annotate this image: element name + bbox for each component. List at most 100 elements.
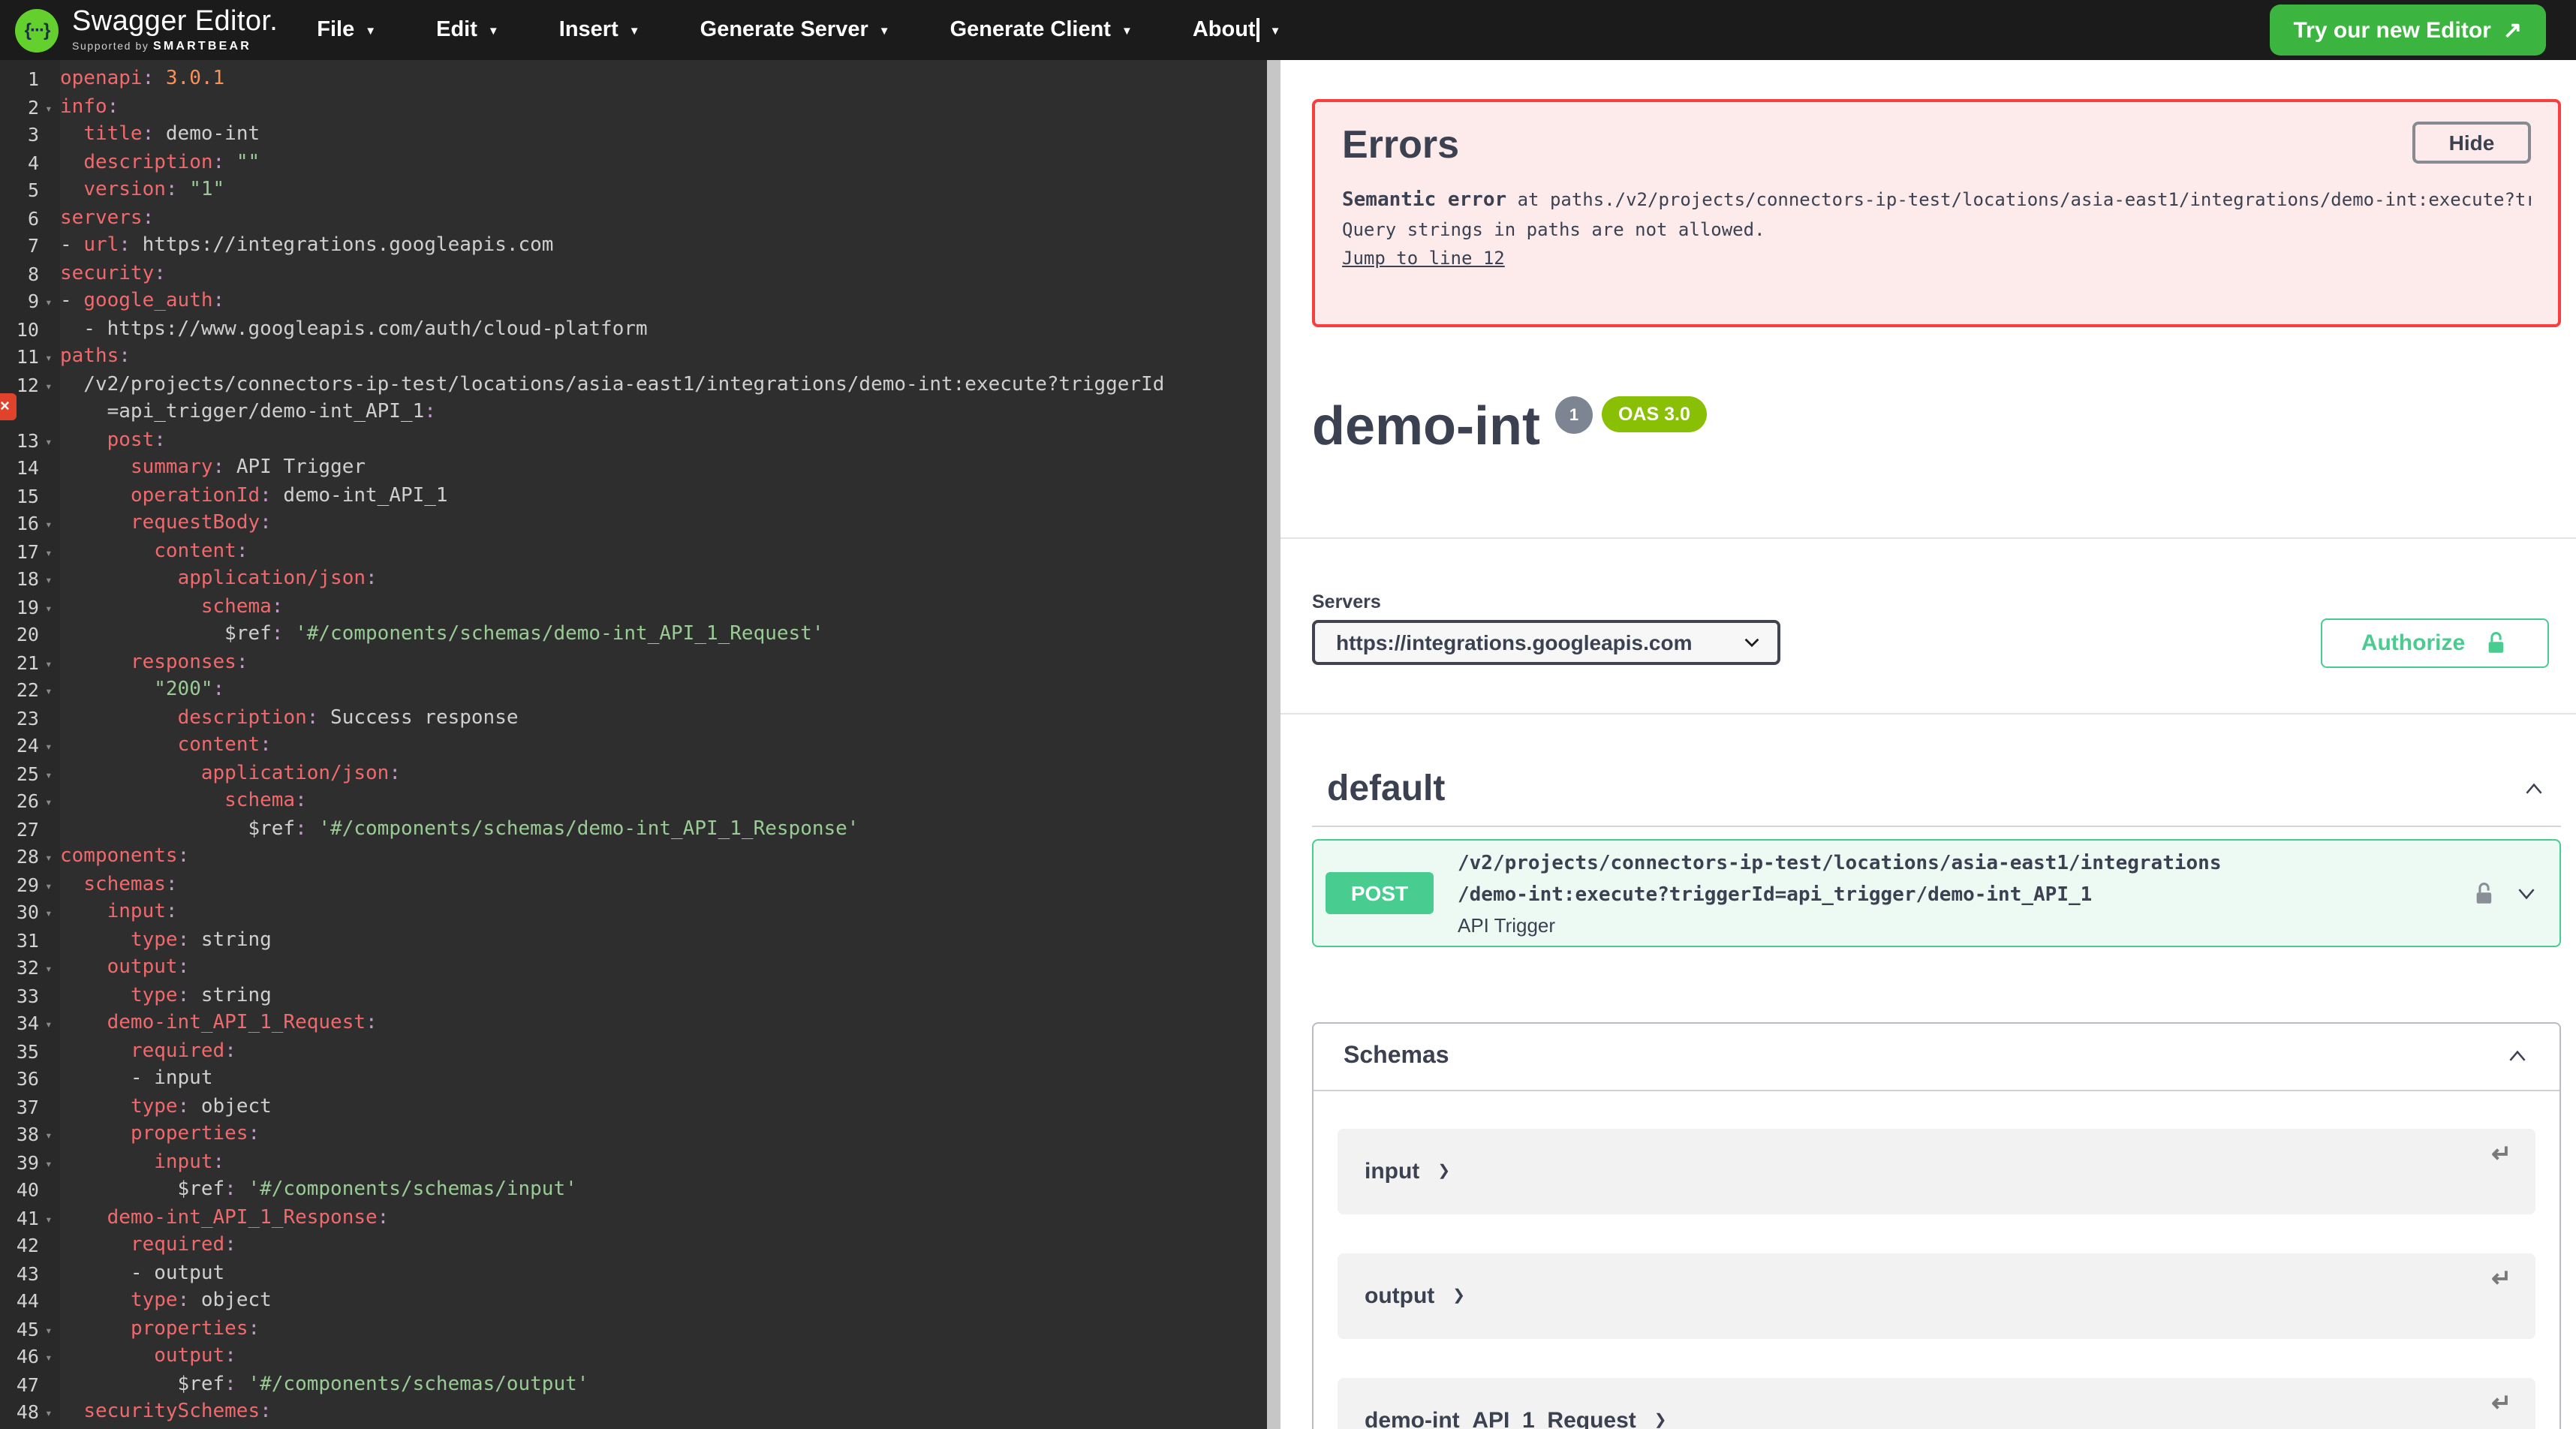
- code-line[interactable]: 3 title: demo-int: [0, 122, 1280, 149]
- schema-row-output[interactable]: output ❯ ↵: [1338, 1253, 2535, 1339]
- code-line[interactable]: 36 - input: [0, 1066, 1280, 1094]
- code-line[interactable]: 22 ▾ "200":: [0, 677, 1280, 705]
- unlock-icon[interactable]: [2471, 880, 2496, 906]
- code-line[interactable]: =api_trigger/demo-int_API_1:: [0, 399, 1280, 427]
- swagger-editor-logo[interactable]: {···} Swagger Editor. Supported by SMART…: [15, 7, 278, 53]
- code-line[interactable]: 38 ▾ properties:: [0, 1121, 1280, 1149]
- code-line[interactable]: 19 ▾ schema:: [0, 594, 1280, 621]
- code-line[interactable]: 24 ▾ content:: [0, 733, 1280, 760]
- code-line[interactable]: 23 description: Success response: [0, 705, 1280, 733]
- menu-generate-client[interactable]: Generate Client ▼: [950, 18, 1133, 42]
- fold-caret-icon[interactable]: ▾: [39, 649, 60, 677]
- code-line[interactable]: 4 description: "": [0, 149, 1280, 177]
- code-line[interactable]: 18 ▾ application/json:: [0, 566, 1280, 594]
- editor-scrollbar[interactable]: [1267, 60, 1280, 1429]
- code-line[interactable]: 35 required:: [0, 1038, 1280, 1066]
- code-line[interactable]: 2 ▾ info:: [0, 94, 1280, 122]
- code-line[interactable]: 5 version: "1": [0, 177, 1280, 205]
- code-line[interactable]: 26 ▾ schema:: [0, 788, 1280, 816]
- code-line[interactable]: 17 ▾ content:: [0, 538, 1280, 566]
- code-line[interactable]: 32 ▾ output:: [0, 955, 1280, 982]
- menu-edit[interactable]: Edit ▼: [436, 18, 499, 42]
- code-line[interactable]: 14 summary: API Trigger: [0, 455, 1280, 483]
- fold-caret-icon[interactable]: ▾: [39, 566, 60, 594]
- code-line[interactable]: 21 ▾ responses:: [0, 649, 1280, 677]
- menu-generate-server[interactable]: Generate Server ▼: [700, 18, 890, 42]
- code-line[interactable]: 37 type: object: [0, 1094, 1280, 1121]
- post-operation-block[interactable]: POST /v2/projects/connectors-ip-test/loc…: [1312, 839, 2561, 947]
- code-line[interactable]: 13 ▾ post:: [0, 427, 1280, 455]
- fold-caret-icon[interactable]: ▾: [39, 1010, 60, 1038]
- code-line[interactable]: 11 ▾ paths:: [0, 344, 1280, 372]
- chevron-up-icon[interactable]: [2522, 778, 2546, 802]
- code-line[interactable]: 28 ▾ components:: [0, 844, 1280, 871]
- code-line[interactable]: 29 ▾ schemas:: [0, 871, 1280, 899]
- code-line[interactable]: 39 ▾ input:: [0, 1149, 1280, 1177]
- error-annotation-icon[interactable]: ×: [0, 393, 17, 420]
- fold-caret-icon[interactable]: ▾: [39, 1121, 60, 1149]
- scrollbar-thumb[interactable]: [1267, 60, 1280, 1429]
- code-line[interactable]: 7 - url: https://integrations.googleapis.…: [0, 233, 1280, 260]
- code-line[interactable]: 45 ▾ properties:: [0, 1316, 1280, 1343]
- code-line[interactable]: 34 ▾ demo-int_API_1_Request:: [0, 1010, 1280, 1038]
- menu-file[interactable]: File ▼: [317, 18, 376, 42]
- fold-caret-icon[interactable]: ▾: [39, 844, 60, 871]
- code-line[interactable]: 41 ▾ demo-int_API_1_Response:: [0, 1205, 1280, 1232]
- menu-about[interactable]: About ▼: [1193, 18, 1280, 42]
- chevron-right-icon[interactable]: ❯: [1654, 1412, 1667, 1429]
- jump-to-line-link[interactable]: Jump to line 12: [1342, 248, 1505, 269]
- fold-caret-icon[interactable]: ▾: [39, 1316, 60, 1343]
- code-line[interactable]: 25 ▾ application/json:: [0, 760, 1280, 788]
- fold-caret-icon[interactable]: ▾: [39, 1205, 60, 1232]
- code-line[interactable]: 20 $ref: '#/components/schemas/demo-int_…: [0, 621, 1280, 649]
- fold-caret-icon[interactable]: ▾: [39, 288, 60, 316]
- code-line[interactable]: 15 operationId: demo-int_API_1: [0, 483, 1280, 510]
- menu-insert[interactable]: Insert ▼: [559, 18, 640, 42]
- schema-row-demo-int_API_1_Request[interactable]: demo-int_API_1_Request ❯ ↵: [1338, 1378, 2535, 1429]
- chevron-down-icon[interactable]: [2514, 881, 2538, 905]
- fold-caret-icon[interactable]: ▾: [39, 955, 60, 982]
- yaml-editor[interactable]: 1 openapi: 3.0.1 2 ▾ info: 3 title: demo-int 4…: [0, 60, 1280, 1429]
- servers-select[interactable]: https://integrations.googleapis.com: [1312, 620, 1780, 665]
- fold-caret-icon[interactable]: ▾: [39, 1399, 60, 1427]
- code-line[interactable]: 9 ▾ - google_auth:: [0, 288, 1280, 316]
- code-line[interactable]: 42 required:: [0, 1232, 1280, 1260]
- chevron-up-icon[interactable]: [2505, 1045, 2529, 1069]
- code-line[interactable]: 31 type: string: [0, 927, 1280, 955]
- code-line[interactable]: 12 ▾ /v2/projects/connectors-ip-test/loca…: [0, 372, 1280, 399]
- fold-caret-icon[interactable]: ▾: [39, 788, 60, 816]
- fold-caret-icon[interactable]: ▾: [39, 538, 60, 566]
- fold-caret-icon[interactable]: ▾: [39, 899, 60, 927]
- code-line[interactable]: 40 $ref: '#/components/schemas/input': [0, 1177, 1280, 1205]
- fold-caret-icon[interactable]: ▾: [39, 372, 60, 399]
- schema-row-input[interactable]: input ❯ ↵: [1338, 1129, 2535, 1214]
- hide-errors-button[interactable]: Hide: [2412, 122, 2531, 164]
- fold-caret-icon[interactable]: ▾: [39, 594, 60, 621]
- code-line[interactable]: 1 openapi: 3.0.1: [0, 66, 1280, 94]
- fold-caret-icon[interactable]: ▾: [39, 733, 60, 760]
- chevron-right-icon[interactable]: ❯: [1437, 1163, 1450, 1180]
- code-line[interactable]: 44 type: object: [0, 1288, 1280, 1316]
- fold-caret-icon[interactable]: ▾: [39, 1149, 60, 1177]
- fold-caret-icon[interactable]: ▾: [39, 677, 60, 705]
- code-line[interactable]: 27 $ref: '#/components/schemas/demo-int_…: [0, 816, 1280, 844]
- try-new-editor-button[interactable]: Try our new Editor ↗: [2269, 5, 2546, 56]
- code-line[interactable]: 43 - output: [0, 1260, 1280, 1288]
- fold-caret-icon[interactable]: ▾: [39, 1343, 60, 1371]
- fold-caret-icon[interactable]: ▾: [39, 94, 60, 122]
- code-line[interactable]: 8 security:: [0, 260, 1280, 288]
- code-line[interactable]: 6 servers:: [0, 205, 1280, 233]
- authorize-button[interactable]: Authorize: [2321, 618, 2549, 668]
- schemas-header[interactable]: Schemas: [1314, 1024, 2559, 1091]
- fold-caret-icon[interactable]: ▾: [39, 510, 60, 538]
- fold-caret-icon[interactable]: ▾: [39, 344, 60, 372]
- code-line[interactable]: 33 type: string: [0, 982, 1280, 1010]
- tag-default-header[interactable]: default: [1312, 754, 2561, 827]
- code-line[interactable]: 16 ▾ requestBody:: [0, 510, 1280, 538]
- code-line[interactable]: 48 ▾ securitySchemes:: [0, 1399, 1280, 1427]
- fold-caret-icon[interactable]: ▾: [39, 760, 60, 788]
- chevron-right-icon[interactable]: ❯: [1452, 1288, 1465, 1304]
- code-line[interactable]: 30 ▾ input:: [0, 899, 1280, 927]
- fold-caret-icon[interactable]: ▾: [39, 427, 60, 455]
- code-line[interactable]: 10 - https://www.googleapis.com/auth/clo…: [0, 316, 1280, 344]
